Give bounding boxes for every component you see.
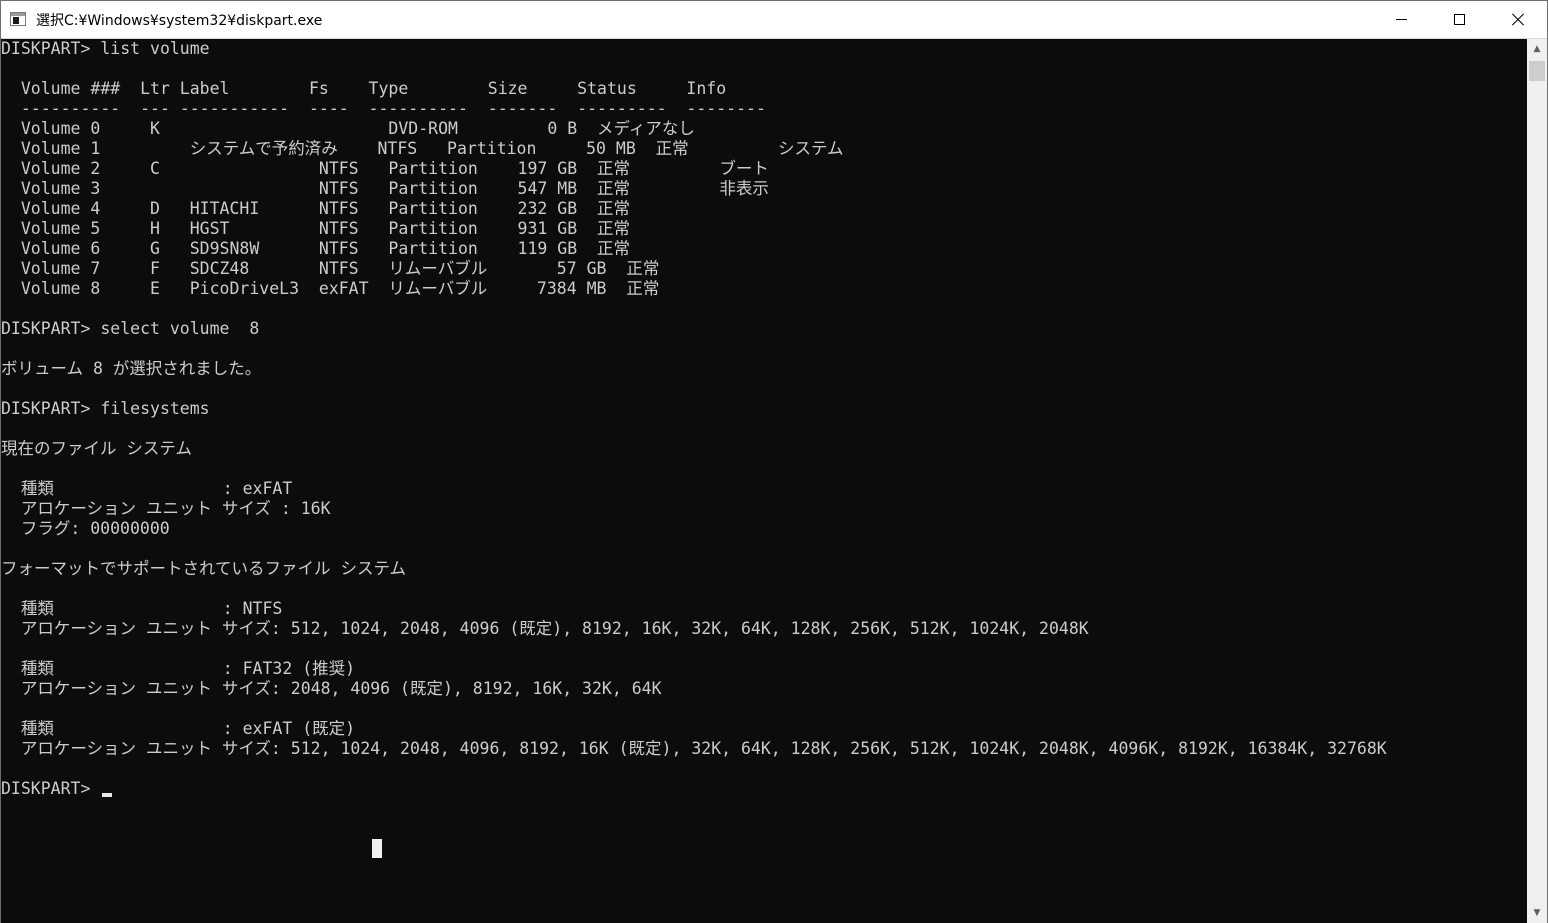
console-line: アロケーション ユニット サイズ: 2048, 4096 (既定), 8192,… [1, 679, 662, 698]
console-line: Volume 3 NTFS Partition 547 MB 正常 非表示 [1, 179, 769, 198]
scroll-up-button[interactable]: ▲ [1527, 39, 1547, 59]
console-line: Volume 2 C NTFS Partition 197 GB 正常 ブート [1, 159, 769, 178]
console-line: Volume 4 D HITACHI NTFS Partition 232 GB… [1, 199, 631, 218]
console-line: Volume ### Ltr Label Fs Type Size Status… [1, 79, 727, 98]
console-line: Volume 0 K DVD-ROM 0 B メディアなし [1, 119, 695, 138]
console-line: ボリューム 8 が選択されました。 [1, 359, 262, 378]
console-line: Volume 6 G SD9SN8W NTFS Partition 119 GB… [1, 239, 631, 258]
console-line: 種類 : FAT32 (推奨) [1, 659, 356, 678]
console-line: Volume 8 E PicoDriveL3 exFAT リムーバブル 7384… [1, 279, 660, 298]
console-window-icon[interactable] [10, 12, 26, 26]
chevron-up-icon: ▲ [1533, 44, 1541, 54]
maximize-icon [1454, 14, 1465, 25]
console-text: DISKPART> list volume Volume ### Ltr Lab… [1, 39, 1387, 799]
console-line: 種類 : exFAT (既定) [1, 719, 356, 738]
console-line: 種類 : NTFS [1, 599, 283, 618]
console-line: Volume 5 H HGST NTFS Partition 931 GB 正常 [1, 219, 631, 238]
console-line: アロケーション ユニット サイズ : 16K [1, 499, 331, 518]
console-line: DISKPART> filesystems [1, 399, 210, 418]
chevron-down-icon: ▼ [1533, 908, 1541, 918]
close-button[interactable] [1489, 1, 1547, 38]
scrollbar-thumb[interactable] [1529, 61, 1545, 81]
maximize-button[interactable] [1431, 1, 1489, 38]
window-title: 選択C:¥Windows¥system32¥diskpart.exe [36, 13, 323, 29]
console-line: DISKPART> select volume 8 [1, 319, 260, 338]
console-output-area[interactable]: DISKPART> list volume Volume ### Ltr Lab… [1, 39, 1527, 923]
console-window: 選択C:¥Windows¥system32¥diskpart.exe DISKP… [0, 0, 1548, 923]
console-line: 現在のファイル システム [1, 439, 192, 458]
close-icon [1511, 13, 1524, 26]
console-line: DISKPART> list volume [1, 39, 210, 58]
console-line: フォーマットでサポートされているファイル システム [1, 559, 406, 578]
title-bar[interactable]: 選択C:¥Windows¥system32¥diskpart.exe [1, 1, 1547, 39]
vertical-scrollbar[interactable]: ▲ ▼ [1527, 39, 1547, 923]
console-line: 種類 : exFAT [1, 479, 293, 498]
console-line: Volume 7 F SDCZ48 NTFS リムーバブル 57 GB 正常 [1, 259, 660, 278]
minimize-button[interactable] [1373, 1, 1431, 38]
minimize-icon [1396, 19, 1407, 20]
console-line: Volume 1 システムで予約済み NTFS Partition 50 MB … [1, 139, 844, 158]
console-line: ---------- --- ----------- ---- --------… [1, 99, 766, 118]
ime-cursor [372, 839, 382, 858]
scroll-down-button[interactable]: ▼ [1527, 903, 1547, 923]
console-line: アロケーション ユニット サイズ: 512, 1024, 2048, 4096,… [1, 739, 1387, 758]
console-line: フラグ: 00000000 [1, 519, 170, 538]
console-line: DISKPART> [1, 779, 101, 798]
text-cursor [102, 793, 112, 797]
console-line: アロケーション ユニット サイズ: 512, 1024, 2048, 4096 … [1, 619, 1089, 638]
